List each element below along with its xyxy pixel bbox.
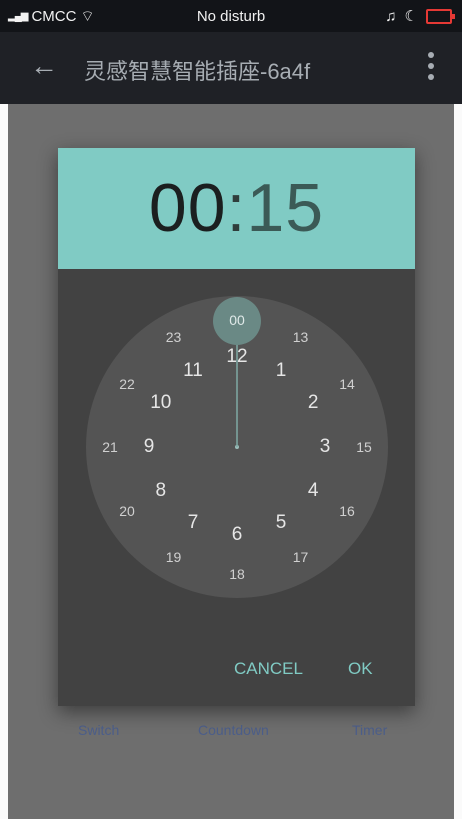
minutes-value[interactable]: 15 — [246, 170, 324, 246]
back-arrow-icon[interactable]: ← — [30, 50, 58, 82]
clock-hour-17[interactable]: 17 — [293, 549, 309, 565]
clock-hour-1[interactable]: 1 — [276, 360, 287, 382]
clock-hour-15[interactable]: 15 — [356, 439, 372, 455]
more-options-icon[interactable] — [428, 52, 434, 80]
ok-button[interactable]: OK — [348, 659, 373, 679]
hours-value[interactable]: 00 — [149, 170, 227, 246]
clock-hour-20[interactable]: 20 — [119, 503, 135, 519]
right-edge — [454, 104, 462, 819]
time-picker-dialog: 00:15 12 1 2 3 4 5 6 7 8 9 10 11 00 13 14 15 16 17 18 19 20 2… — [58, 148, 415, 706]
left-edge — [0, 104, 8, 819]
clock-hour-7[interactable]: 7 — [188, 512, 199, 534]
clock-hour-9[interactable]: 9 — [144, 436, 155, 458]
clock-hour-19[interactable]: 19 — [166, 549, 182, 565]
clock-hour-6[interactable]: 6 — [232, 524, 243, 546]
tab-countdown[interactable]: Countdown — [198, 722, 269, 738]
battery-icon — [426, 8, 455, 24]
app-title: 灵感智慧智能插座-6a4f — [84, 59, 311, 84]
clock-hour-5[interactable]: 5 — [276, 512, 287, 534]
time-separator: : — [226, 170, 247, 246]
clock-hour-23[interactable]: 23 — [166, 329, 182, 345]
clock-hour-18[interactable]: 18 — [229, 566, 245, 582]
bottom-tabs: Switch Countdown Timer — [0, 722, 462, 744]
tab-switch[interactable]: Switch — [78, 722, 119, 738]
clock-hand-layer — [213, 297, 261, 449]
clock-face[interactable]: 12 1 2 3 4 5 6 7 8 9 10 11 00 13 14 15 16 17 18 19 20 21 22 23 — [86, 296, 388, 598]
clock-hour-4[interactable]: 4 — [308, 480, 319, 502]
clock-hour-2[interactable]: 2 — [308, 392, 319, 414]
app-bar: ← 灵感智慧智能插座-6a4f — [0, 32, 462, 104]
clock-hour-14[interactable]: 14 — [339, 376, 355, 392]
clock-hour-3[interactable]: 3 — [320, 436, 331, 458]
cancel-button[interactable]: CANCEL — [234, 659, 303, 679]
alarm-icon: ♫ — [385, 7, 397, 25]
moon-icon: ☾ — [404, 8, 418, 25]
status-bar: ▂▄▆ CMCC ⌔ No disturb ♫ ☾ — [0, 0, 462, 32]
clock-hour-12[interactable]: 12 — [226, 346, 247, 368]
clock-hour-10[interactable]: 10 — [150, 392, 171, 414]
clock-hour-21[interactable]: 21 — [102, 439, 118, 455]
clock-hour-8[interactable]: 8 — [155, 480, 166, 502]
time-display: 00:15 — [58, 168, 415, 248]
clock-hour-00[interactable]: 00 — [229, 312, 245, 328]
time-header: 00:15 — [58, 148, 415, 269]
clock-hour-22[interactable]: 22 — [119, 376, 135, 392]
clock-hour-11[interactable]: 11 — [183, 360, 203, 382]
status-right: ♫ ☾ — [385, 7, 455, 25]
tab-timer[interactable]: Timer — [352, 722, 387, 738]
clock-hour-16[interactable]: 16 — [339, 503, 355, 519]
clock-hour-13[interactable]: 13 — [293, 329, 309, 345]
